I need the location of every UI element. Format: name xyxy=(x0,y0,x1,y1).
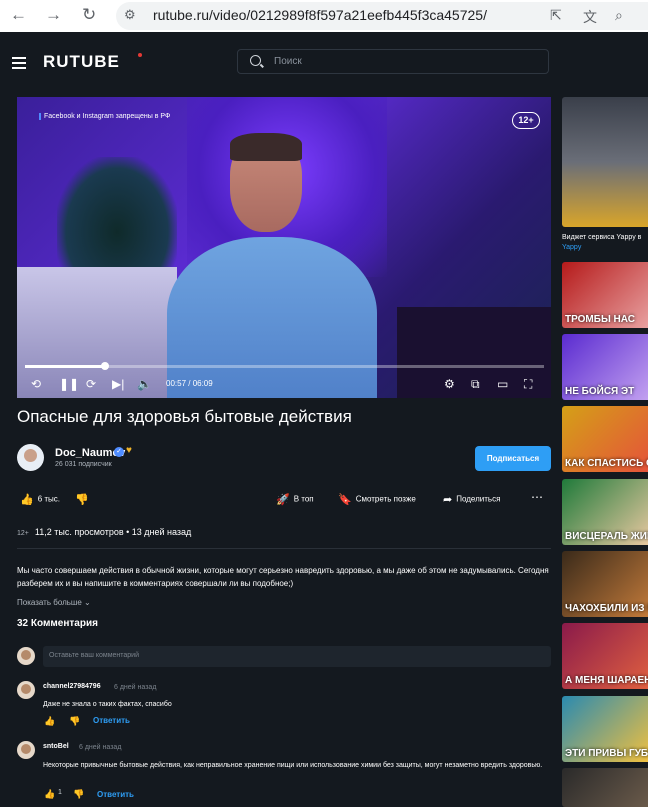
video-meta: 12+ 11,2 тыс. просмотров • 13 дней назад xyxy=(17,527,192,537)
mute-icon[interactable]: 🔈 xyxy=(137,377,152,391)
comment-avatar[interactable] xyxy=(17,741,35,759)
recommended-thumbnail[interactable]: А МЕНЯ ШАРАЕНЕТ? xyxy=(562,623,648,689)
recommended-thumbnail[interactable]: КАК СПАСТИСЬ ОРВИ xyxy=(562,406,648,472)
subscriber-count: 26 031 подписчик xyxy=(55,461,112,468)
reply-button[interactable]: Ответить xyxy=(97,790,134,799)
chevron-down-icon: ⌄ xyxy=(84,598,91,607)
mini-player-icon[interactable]: ⧉ xyxy=(471,377,480,391)
share-button[interactable]: ➦ Поделиться xyxy=(443,493,500,506)
dislike-button[interactable]: 👎 xyxy=(75,493,93,506)
zoom-icon[interactable]: ⌕ xyxy=(615,7,623,24)
recommended-thumbnail[interactable]: ТРОМБЫ НАС xyxy=(562,262,648,328)
view-count: 11,2 тыс. просмотров xyxy=(34,527,124,537)
menu-icon[interactable] xyxy=(12,57,26,69)
time-code: 00:57 / 06:09 xyxy=(166,379,213,388)
url-text[interactable]: rutube.ru/video/0212989f8f597a21eefb445f… xyxy=(153,7,487,23)
more-options-icon[interactable]: ⋯ xyxy=(531,490,543,504)
comment-placeholder: Оставьте ваш комментарий xyxy=(49,652,139,659)
browser-toolbar: ← → ↻ ⚙ rutube.ru/video/0212989f8f597a21… xyxy=(0,0,648,32)
thumbs-up-icon: 👍 xyxy=(20,494,34,506)
recommended-thumbnail[interactable] xyxy=(562,768,648,807)
show-more-link[interactable]: Показать больше ⌄ xyxy=(17,598,91,607)
watch-later-label: Смотреть позже xyxy=(355,494,416,504)
settings-icon[interactable]: ⚙ xyxy=(444,377,455,391)
thumbnail-caption: ВИСЦЕРАЛЬ ЖИР xyxy=(565,531,648,542)
video-player[interactable]: Facebook и Instagram запрещены в РФ 12+ xyxy=(17,97,551,398)
recommended-thumbnail[interactable]: ЭТИ ПРИВЫ ГУБЯ xyxy=(562,696,648,762)
meta-age: 12+ xyxy=(17,530,29,537)
age-rating-badge: 12+ xyxy=(512,112,540,129)
to-top-button[interactable]: 🚀 В топ xyxy=(276,493,314,506)
thumbs-up-icon[interactable]: 👍 xyxy=(44,716,55,727)
video-title: Опасные для здоровья бытовые действия xyxy=(17,407,352,426)
open-external-icon[interactable]: ⇱ xyxy=(550,7,562,24)
forward-10-icon[interactable]: ⟳ xyxy=(86,377,96,391)
translate-icon[interactable]: 文 xyxy=(583,7,597,27)
logo-dot xyxy=(138,53,142,57)
recommended-thumbnail[interactable]: ВИСЦЕРАЛЬ ЖИР xyxy=(562,479,648,545)
fullscreen-icon[interactable]: ⛶ xyxy=(524,377,532,391)
site-info-icon[interactable]: ⚙ xyxy=(124,7,136,23)
verified-icon: ✓ xyxy=(114,447,124,457)
comment-user[interactable]: channel27984796 xyxy=(43,683,101,690)
forward-icon[interactable]: → xyxy=(45,6,62,24)
comment-input[interactable]: Оставьте ваш комментарий xyxy=(43,646,551,667)
comment-text: Некоторые привычные бытовые действия, ка… xyxy=(43,762,543,769)
thumbnail-caption: ЭТИ ПРИВЫ ГУБЯ xyxy=(565,748,648,759)
player-notice: Facebook и Instagram запрещены в РФ xyxy=(39,113,170,120)
search-placeholder: Поиск xyxy=(274,56,302,67)
like-button[interactable]: 👍 6 тыс. xyxy=(20,493,60,506)
widget-caption[interactable]: Виджет сервиса Yappy в xyxy=(562,234,641,241)
watch-later-button[interactable]: 🔖 Смотреть позже xyxy=(338,493,416,506)
upload-date: 13 дней назад xyxy=(131,527,192,537)
search-input[interactable]: Поиск xyxy=(237,49,549,74)
comments-title: 32 Комментария xyxy=(17,618,98,629)
thumbs-down-icon: 👎 xyxy=(75,494,89,506)
recommended-thumbnail[interactable]: ЧАХОХБИЛИ ИЗ ГОВ xyxy=(562,551,648,617)
pause-icon[interactable]: ❚❚ xyxy=(59,377,79,391)
reply-button[interactable]: Ответить xyxy=(93,716,130,725)
comment-date: 6 дней назад xyxy=(79,744,122,751)
share-label: Поделиться xyxy=(456,494,501,504)
site-logo[interactable]: RUTUBE xyxy=(43,52,120,72)
comment-user[interactable]: sntoBel xyxy=(43,743,69,750)
reload-icon[interactable]: ↻ xyxy=(82,6,96,24)
video-description: Мы часто совершаем действия в обычной жи… xyxy=(17,566,549,588)
share-icon: ➦ xyxy=(443,494,453,506)
heart-icon: ♥ xyxy=(126,445,132,456)
comment-text: Даже не знала о таких фактах, спасибо xyxy=(43,701,172,708)
video-frame-person-body xyxy=(167,237,377,398)
subscribe-button[interactable]: Подписаться xyxy=(475,446,551,471)
like-count: 6 тыс. xyxy=(37,494,61,504)
thumbnail-caption: ТРОМБЫ НАС xyxy=(565,314,635,325)
thumbs-down-icon[interactable]: 👎 xyxy=(73,789,84,800)
next-icon[interactable]: ▶| xyxy=(112,377,124,391)
comment-avatar[interactable] xyxy=(17,681,35,699)
user-avatar xyxy=(17,647,35,665)
video-frame-person-hair xyxy=(230,133,302,161)
thumbnail-caption: КАК СПАСТИСЬ ОРВИ xyxy=(565,458,648,469)
comment-like-count: 1 xyxy=(58,789,62,796)
progress-fill xyxy=(25,365,106,368)
comment-date: 6 дней назад xyxy=(114,684,157,691)
progress-bar[interactable] xyxy=(25,362,544,370)
show-more-label: Показать больше xyxy=(17,598,82,607)
thumbnail-caption: НЕ БОЙСЯ ЭТ xyxy=(565,386,635,397)
thumbnail-caption: А МЕНЯ ШАРАЕНЕТ? xyxy=(565,675,648,686)
widget-thumbnail[interactable] xyxy=(562,97,648,227)
channel-avatar[interactable] xyxy=(17,444,44,471)
theater-mode-icon[interactable]: ▭ xyxy=(497,377,508,391)
rocket-icon: 🚀 xyxy=(276,494,290,506)
thumbnail-caption: ЧАХОХБИЛИ ИЗ ГОВ xyxy=(565,603,648,614)
search-icon xyxy=(250,55,261,66)
widget-source[interactable]: Yappy xyxy=(562,244,581,251)
rewind-10-icon[interactable]: ⟲ xyxy=(31,377,41,391)
bookmark-icon: 🔖 xyxy=(338,494,352,506)
to-top-label: В топ xyxy=(293,494,314,504)
thumbs-up-icon[interactable]: 👍 xyxy=(44,789,55,800)
divider xyxy=(17,548,551,549)
recommended-thumbnail[interactable]: НЕ БОЙСЯ ЭТ xyxy=(562,334,648,400)
thumbs-down-icon[interactable]: 👎 xyxy=(69,716,80,727)
back-icon[interactable]: ← xyxy=(10,6,27,24)
